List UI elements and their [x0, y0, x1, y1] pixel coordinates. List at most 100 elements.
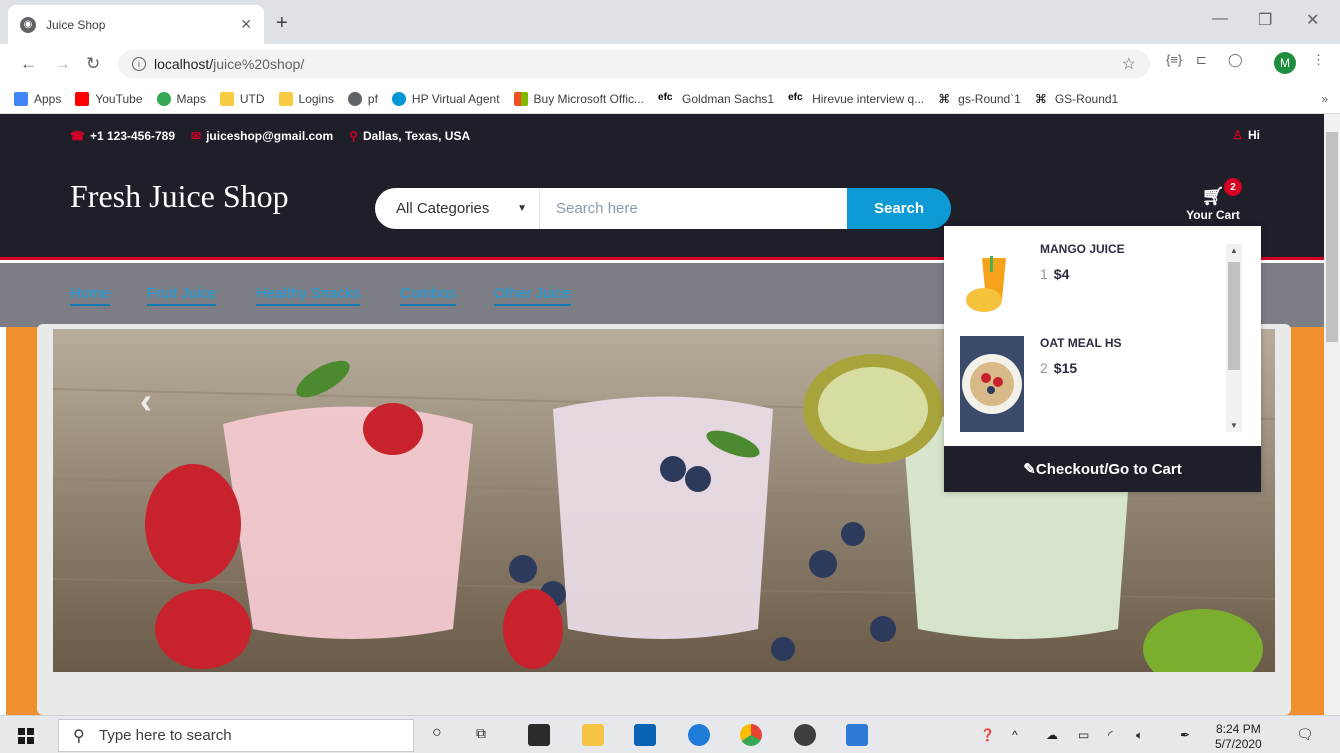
extension-circle-icon[interactable]: ◯ [1228, 52, 1243, 68]
cart-item-name[interactable]: MANGO JUICE [1040, 242, 1125, 256]
app-icon[interactable] [794, 724, 816, 746]
scroll-up-icon[interactable]: ▲ [1230, 246, 1238, 255]
bookmark-hp-virtual-agent[interactable]: HP Virtual Agent [391, 91, 500, 106]
close-window-icon[interactable]: ✕ [1306, 10, 1319, 30]
bookmark-maps[interactable]: Maps [156, 91, 206, 106]
notification-icon[interactable]: 🗨︎ [1296, 726, 1314, 743]
user-icon: ♙ [1232, 128, 1243, 142]
contact-bar: ☎ +1 123-456-789 ✉ juiceshop@gmail.com ⚲ Da… [0, 114, 1324, 158]
gs-icon: ⌘ [938, 91, 951, 106]
info-icon[interactable]: i [132, 57, 146, 71]
bookmark-logins[interactable]: Logins [278, 91, 334, 106]
cart-item-name[interactable]: OAT MEAL HS [1040, 336, 1122, 350]
search-input[interactable] [540, 188, 847, 229]
microsoft-icon [513, 91, 528, 106]
nav-other-juice[interactable]: Other Juice [494, 285, 571, 306]
chevron-up-icon[interactable]: ^ [1012, 728, 1018, 742]
map-marker-icon: ⚲ [349, 129, 358, 143]
taskbar-search[interactable]: ⚲ Type here to search [58, 719, 414, 752]
cart-count-badge: 2 [1224, 178, 1242, 196]
taskbar-clock[interactable]: 8:24 PM 5/7/2020 [1215, 722, 1262, 752]
bookmark-gs-round1[interactable]: ⌘ GS-Round1 [1035, 92, 1118, 106]
battery-icon[interactable]: ▭ [1078, 728, 1089, 742]
search-button[interactable]: Search [847, 188, 951, 229]
windows-taskbar: ⚲ Type here to search ○ ⧉ ❓ ^ ☁ ▭ ◜ 🔈︎ ✒… [0, 715, 1340, 753]
efc-icon: efc [788, 91, 803, 103]
volume-icon[interactable]: 🔈︎ [1136, 728, 1143, 743]
close-tab-icon[interactable]: ✕ [240, 16, 252, 33]
carousel-prev-icon[interactable]: ‹ [140, 380, 152, 422]
apps-grid-icon [14, 91, 28, 106]
cast-icon[interactable]: ⊏ [1196, 52, 1207, 68]
edge-icon[interactable] [688, 724, 710, 746]
gs-icon: ⌘ [1034, 91, 1047, 106]
back-icon[interactable]: ← [20, 54, 37, 74]
account-link[interactable]: ♙ Hi [1232, 128, 1260, 142]
file-explorer-icon[interactable] [582, 724, 604, 746]
tab-strip: ◉ Juice Shop ✕ + — ❐ ✕ [0, 0, 1340, 44]
cart-item[interactable]: OAT MEAL HS 2 $15 [944, 330, 1224, 432]
category-select[interactable]: All Categories ▼ [375, 188, 540, 229]
bookmark-youtube[interactable]: YouTube [75, 91, 143, 106]
cart-button[interactable]: 🛒︎ 2 Your Cart [1178, 178, 1248, 222]
url-path: juice%20shop/ [213, 56, 305, 72]
nav-combos[interactable]: Combos [400, 285, 456, 306]
folder-icon [278, 91, 293, 106]
pen-icon[interactable]: ✒ [1180, 728, 1190, 742]
windows-start-icon[interactable] [18, 728, 34, 744]
page-scrollbar[interactable] [1324, 114, 1340, 715]
forward-icon[interactable]: → [54, 54, 71, 74]
search-icon: ⚲ [73, 728, 85, 745]
cart-scroll-thumb[interactable] [1228, 262, 1240, 370]
mango-juice-thumbnail [960, 250, 1024, 314]
bookmark-utd[interactable]: UTD [219, 91, 265, 106]
more-bookmarks-icon[interactable]: » [1321, 92, 1328, 106]
scroll-down-icon[interactable]: ▼ [1230, 421, 1238, 430]
minimize-icon[interactable]: — [1212, 10, 1228, 28]
efc-icon: efc [658, 91, 673, 103]
task-view-icon[interactable]: ⧉ [476, 725, 486, 742]
restore-icon[interactable]: ❐ [1258, 10, 1272, 30]
cortana-icon[interactable]: ○ [432, 724, 442, 742]
bookmark-apps[interactable]: Apps [14, 91, 61, 106]
checkout-button[interactable]: ✎ Checkout/Go to Cart [944, 446, 1261, 492]
cart-item-price: $4 [1053, 266, 1070, 282]
bookmark-gs-round-1a[interactable]: ⌘ gs-Round`1 [938, 92, 1021, 106]
chrome-icon[interactable] [740, 724, 762, 746]
browser-toolbar: ← → ↻ i localhost/juice%20shop/ ☆ [0, 44, 1340, 84]
cart-item-price: $15 [1053, 360, 1078, 376]
dropdown-arrow-icon: ▼ [517, 203, 527, 214]
reload-icon[interactable]: ↻ [86, 54, 100, 74]
page-scroll-thumb[interactable] [1326, 132, 1338, 342]
bookmark-goldman-sachs1[interactable]: efc Goldman Sachs1 [658, 92, 774, 106]
onedrive-icon[interactable]: ☁ [1046, 728, 1058, 742]
mail-icon[interactable] [634, 724, 656, 746]
nav-fruit-juice[interactable]: Fruit Juice [147, 285, 217, 306]
nav-healthy-snacks[interactable]: Healthy Snacks [256, 285, 361, 306]
bookmark-buy-microsoft-office[interactable]: Buy Microsoft Offic... [513, 91, 644, 106]
location-item: ⚲ Dallas, Texas, USA [349, 129, 471, 143]
wifi-icon[interactable]: ◜ [1108, 728, 1113, 742]
photos-icon[interactable] [846, 724, 868, 746]
browser-tab[interactable]: ◉ Juice Shop ✕ [8, 5, 264, 44]
bookmark-star-icon[interactable]: ☆ [1122, 54, 1136, 74]
address-bar[interactable]: i localhost/juice%20shop/ ☆ [118, 50, 1150, 78]
youtube-icon [75, 91, 90, 106]
email-item: ✉ juiceshop@gmail.com [191, 129, 334, 143]
cart-item[interactable]: MANGO JUICE 1 $4 [944, 236, 1224, 326]
menu-icon[interactable]: ⋮ [1312, 52, 1325, 68]
help-icon[interactable]: ❓ [980, 728, 995, 742]
site-logo[interactable]: Fresh Juice Shop [70, 178, 289, 215]
globe-icon: ◉ [20, 16, 36, 33]
hp-icon [391, 91, 406, 106]
store-icon[interactable] [528, 724, 550, 746]
cart-scrollbar[interactable]: ▲ ▼ [1226, 244, 1242, 432]
new-tab-icon[interactable]: + [276, 12, 288, 35]
profile-avatar[interactable]: M [1274, 52, 1296, 74]
extension-icon[interactable]: {≡} [1166, 52, 1182, 67]
nav-home[interactable]: Home [70, 285, 111, 306]
bookmark-pf[interactable]: pf [347, 91, 378, 106]
phone-item: ☎ +1 123-456-789 [70, 129, 176, 143]
bookmark-hirevue[interactable]: efc Hirevue interview q... [788, 92, 924, 106]
cart-dropdown: MANGO JUICE 1 $4 OAT MEAL HS 2 $15 ▲ ▼ ✎ Ch… [944, 226, 1261, 492]
